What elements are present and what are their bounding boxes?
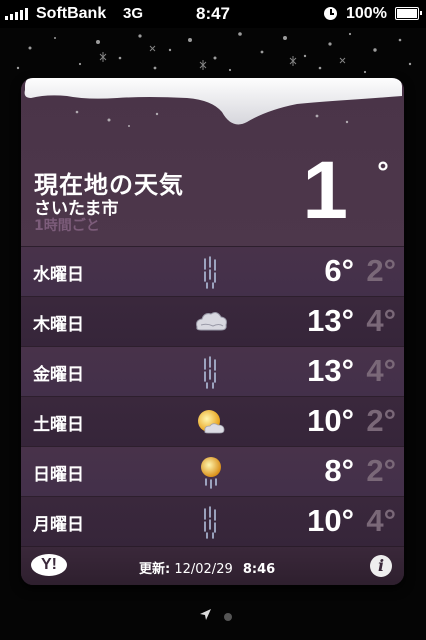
status-bar: SoftBank 3G 8:47 100%: [0, 0, 426, 28]
battery-percentage: 100%: [346, 5, 387, 22]
page-dot[interactable]: [224, 613, 232, 621]
forecast-low: 4°: [366, 303, 396, 338]
forecast-low: 2°: [366, 453, 396, 488]
updated-date: 12/02/29: [174, 562, 233, 577]
forecast-row: 金曜日 13° 4°: [21, 346, 404, 396]
forecast-row: 月曜日 10° 4°: [21, 496, 404, 546]
forecast-low: 2°: [366, 253, 396, 288]
forecast-day: 水曜日: [33, 265, 84, 285]
yahoo-logo-button[interactable]: Y!: [31, 554, 67, 576]
battery-icon: [395, 7, 422, 20]
clock-icon: [324, 7, 337, 20]
forecast-high: 8°: [324, 453, 354, 488]
last-updated: 更新: 12/02/29 8:46: [139, 558, 275, 577]
forecast-high: 10°: [307, 503, 354, 538]
forecast-row: 木曜日 13° 4°: [21, 296, 404, 346]
forecast-list: 水曜日 6° 2° 木曜日 13° 4° 金曜日 13° 4° 土曜日 10° …: [21, 246, 404, 546]
forecast-high: 6°: [324, 253, 354, 288]
updated-label: 更新:: [139, 562, 171, 577]
card-footer: Y! 更新: 12/02/29 8:46 i: [21, 546, 404, 585]
degree-symbol: °: [376, 156, 390, 189]
partly-sunny-icon: [198, 410, 225, 434]
rain-icon: [204, 256, 216, 289]
location-arrow-icon: [200, 609, 211, 620]
forecast-high: 13°: [307, 353, 354, 388]
forecast-day: 木曜日: [33, 315, 84, 335]
rain-icon: [204, 506, 216, 539]
sun-rain-icon: [201, 457, 221, 489]
snow-cap-decoration: [24, 78, 402, 127]
forecast-day: 土曜日: [33, 415, 84, 435]
hourly-link[interactable]: 1時間ごと: [34, 215, 100, 235]
forecast-row: 土曜日 10° 2°: [21, 396, 404, 446]
forecast-high: 13°: [307, 303, 354, 338]
forecast-high: 10°: [307, 403, 354, 438]
forecast-day: 金曜日: [33, 365, 84, 385]
forecast-low: 4°: [366, 353, 396, 388]
forecast-day: 日曜日: [33, 465, 84, 485]
forecast-row: 水曜日 6° 2°: [21, 246, 404, 296]
cloudy-icon: [196, 312, 227, 331]
weather-card: 現在地の天気 さいたま市 1時間ごと 1 ° 水曜日 6° 2° 木曜日 13°…: [21, 78, 404, 585]
info-button[interactable]: i: [370, 555, 392, 577]
rain-icon: [204, 356, 216, 389]
forecast-low: 4°: [366, 503, 396, 538]
forecast-low: 2°: [366, 403, 396, 438]
forecast-row: 日曜日 8° 2°: [21, 446, 404, 496]
updated-time: 8:46: [242, 562, 276, 577]
forecast-day: 月曜日: [33, 515, 84, 535]
page-indicator[interactable]: [0, 608, 426, 624]
current-temperature: 1: [302, 145, 348, 236]
